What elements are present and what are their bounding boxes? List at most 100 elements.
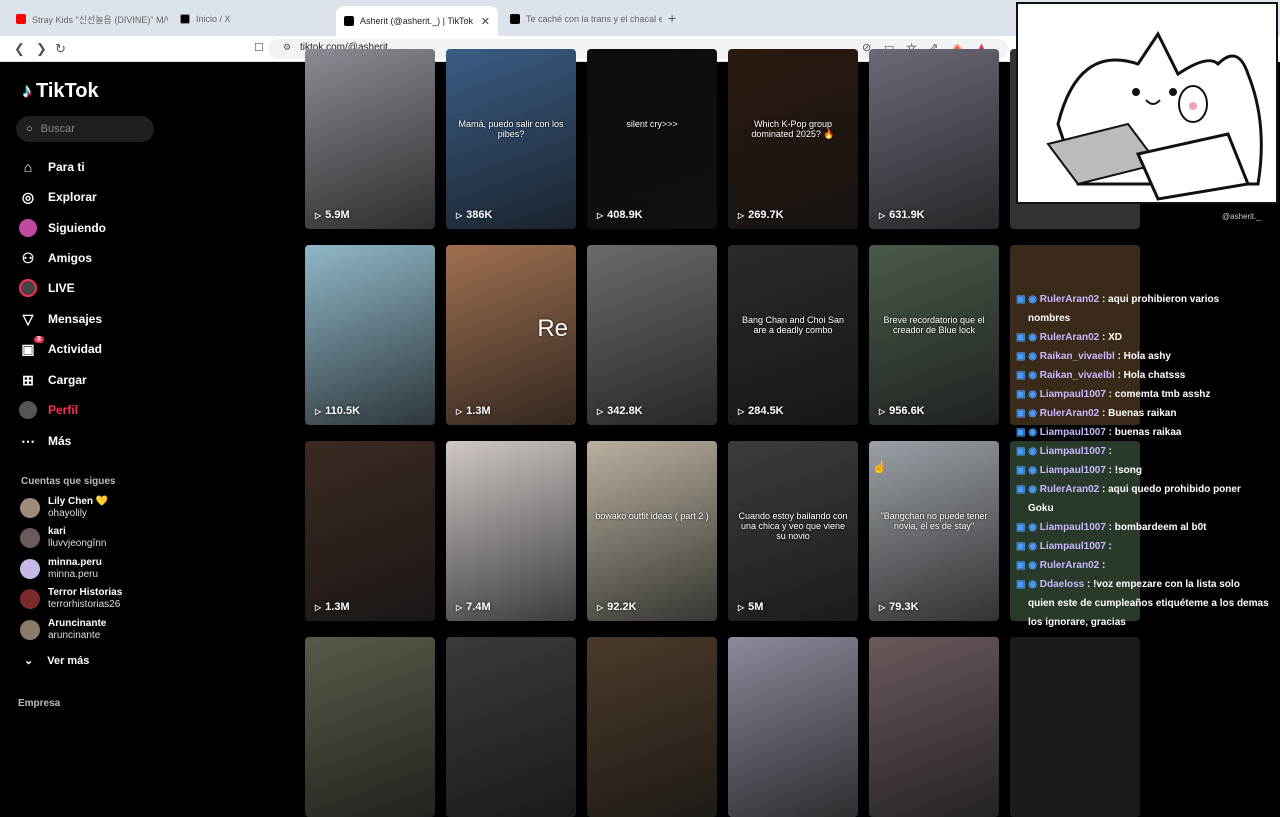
browser-tab[interactable]: Te caché con la trans y el chacal en K bbox=[502, 6, 662, 32]
chat-text: : aqui prohibieron varios bbox=[1101, 294, 1220, 305]
chat-text: : aqui quedo prohibido poner bbox=[1101, 484, 1241, 495]
notification-badge: 8 bbox=[34, 336, 44, 343]
chat-text: : !voz empezare con la lista solo bbox=[1086, 579, 1240, 590]
chat-username: Liampaul1007 bbox=[1039, 541, 1106, 552]
play-icon: ▷ bbox=[597, 602, 604, 612]
tiktok-note-icon: ♪ bbox=[22, 80, 32, 102]
followed-account[interactable]: kari lluvvjeongînn bbox=[20, 526, 106, 550]
avatar bbox=[20, 559, 40, 579]
view-count: ▷ 5M bbox=[738, 601, 764, 613]
chat-message: nombres bbox=[1016, 309, 1278, 328]
avatar bbox=[20, 620, 40, 640]
following-icon bbox=[18, 218, 38, 238]
nav-item-perfil[interactable]: Perfil bbox=[18, 400, 78, 420]
video-thumbnail[interactable] bbox=[728, 637, 858, 817]
followed-account[interactable]: Lily Chen 💛 ohayolily bbox=[20, 496, 108, 520]
browser-tab[interactable]: Inicio / X bbox=[172, 6, 332, 32]
chat-username: Liampaul1007 bbox=[1039, 446, 1106, 457]
search-input[interactable]: ○ Buscar bbox=[16, 116, 154, 142]
video-thumbnail[interactable]: ▷ 110.5K bbox=[305, 245, 435, 425]
chat-text: : Hola ashy bbox=[1117, 351, 1171, 362]
chat-username: Raikan_vivaelbl bbox=[1039, 351, 1115, 362]
chat-message: ▣ ◉ Liampaul1007 : comemta tmb asshz bbox=[1016, 385, 1278, 404]
video-thumbnail[interactable]: Re ▷ 1.3M bbox=[446, 245, 576, 425]
chat-badge-icon: ▣ ◉ bbox=[1016, 332, 1040, 343]
video-thumbnail[interactable] bbox=[869, 637, 999, 817]
followed-account[interactable]: minna.peru minna.peru bbox=[20, 557, 102, 581]
chat-badge-icon: ▣ ◉ bbox=[1016, 541, 1040, 552]
see-more-button[interactable]: ⌄ Ver más bbox=[24, 654, 89, 668]
chat-message: ▣ ◉ RulerAran02 : aqui quedo prohibido p… bbox=[1016, 480, 1278, 499]
chat-text: : comemta tmb asshz bbox=[1108, 389, 1211, 400]
nav-item-actividad[interactable]: ▣ 8 Actividad bbox=[18, 336, 102, 359]
video-thumbnail[interactable] bbox=[587, 637, 717, 817]
chat-message: Goku bbox=[1016, 499, 1278, 518]
browser-tab-active[interactable]: Asherit (@asherit._) | TikTok ✕ bbox=[336, 6, 498, 36]
chat-text: : Buenas raikan bbox=[1101, 408, 1177, 419]
chat-username: RulerAran02 bbox=[1039, 560, 1100, 571]
site-info-icon[interactable]: ⚙ bbox=[283, 42, 291, 53]
video-thumbnail[interactable]: ▷ 5.9M bbox=[305, 49, 435, 229]
video-thumbnail[interactable]: "Bangchan no puede tener novia, él es de… bbox=[869, 441, 999, 621]
footer-link[interactable]: Empresa bbox=[18, 698, 60, 709]
tiktok-logo[interactable]: ♪ TikTok bbox=[22, 80, 99, 103]
chat-message: ▣ ◉ RulerAran02 : bbox=[1016, 556, 1278, 575]
followed-account[interactable]: Aruncinante aruncinante bbox=[20, 618, 106, 642]
video-thumbnail[interactable] bbox=[1010, 637, 1140, 817]
nav-item-amigos[interactable]: ⚇ Amigos bbox=[18, 248, 92, 268]
video-thumbnail[interactable]: Breve recordatorio que el creador de Blu… bbox=[869, 245, 999, 425]
video-thumbnail[interactable]: ▷ 631.9K bbox=[869, 49, 999, 229]
video-caption: "Bangchan no puede tener novia, él es de… bbox=[880, 511, 988, 531]
video-thumbnail[interactable]: ▷ 1.3M bbox=[305, 441, 435, 621]
live-icon bbox=[18, 278, 38, 298]
play-icon: ▷ bbox=[456, 210, 463, 220]
new-tab-button[interactable]: + bbox=[668, 10, 676, 26]
video-thumbnail[interactable]: silent cry>>> ▷ 408.9K bbox=[587, 49, 717, 229]
video-thumbnail[interactable]: bowako outfit ideas ( part 2 ) ▷ 92.2K bbox=[587, 441, 717, 621]
video-thumbnail[interactable]: ▷ 342.8K bbox=[587, 245, 717, 425]
followed-account[interactable]: Terror Historias terrorhistorias26 bbox=[20, 587, 122, 611]
play-icon: ▷ bbox=[738, 406, 745, 416]
bongo-cat-icon bbox=[1046, 31, 1263, 201]
video-thumbnail[interactable]: Mamá, puedo salir con los pibes? ▷ 386K bbox=[446, 49, 576, 229]
back-icon[interactable]: ❮ bbox=[14, 41, 25, 57]
chat-badge-icon: ▣ ◉ bbox=[1016, 427, 1040, 438]
chat-text: : buenas raikaa bbox=[1108, 427, 1182, 438]
video-caption: Breve recordatorio que el creador de Blu… bbox=[883, 315, 985, 335]
view-count: ▷ 284.5K bbox=[738, 405, 784, 417]
view-count: ▷ 1.3M bbox=[456, 405, 491, 417]
nav-item-live[interactable]: LIVE bbox=[18, 278, 75, 298]
reload-icon[interactable]: ↻ bbox=[55, 41, 66, 57]
chat-text: : Hola chatsss bbox=[1117, 370, 1186, 381]
nav-item-siguiendo[interactable]: Siguiendo bbox=[18, 218, 106, 238]
chat-username: Liampaul1007 bbox=[1039, 465, 1106, 476]
chat-badge-icon: ▣ ◉ bbox=[1016, 560, 1040, 571]
play-icon: ▷ bbox=[738, 602, 745, 612]
play-icon: ▷ bbox=[456, 406, 463, 416]
chat-message: ▣ ◉ RulerAran02 : aqui prohibieron vario… bbox=[1016, 290, 1278, 309]
stream-chat: ▣ ◉ RulerAran02 : aqui prohibieron vario… bbox=[1016, 290, 1278, 632]
chat-text: nombres bbox=[1028, 313, 1071, 324]
video-thumbnail[interactable] bbox=[305, 637, 435, 817]
nav-item-mensajes[interactable]: ▽ Mensajes bbox=[18, 309, 102, 329]
video-thumbnail[interactable]: ▷ 7.4M bbox=[446, 441, 576, 621]
video-thumbnail[interactable]: Cuando estoy bailando con una chica y ve… bbox=[728, 441, 858, 621]
video-thumbnail[interactable] bbox=[446, 637, 576, 817]
tiktok-icon bbox=[344, 16, 354, 26]
video-thumbnail[interactable]: Bang Chan and Choi San are a deadly comb… bbox=[728, 245, 858, 425]
nav-item-para-ti[interactable]: ⌂ Para ti bbox=[18, 157, 85, 177]
view-count: ▷ 79.3K bbox=[879, 601, 919, 613]
video-thumbnail[interactable]: Which K-Pop group dominated 2025? 🔥 ▷ 269.… bbox=[728, 49, 858, 229]
play-icon: ▷ bbox=[315, 406, 322, 416]
close-tab-icon[interactable]: ✕ bbox=[475, 15, 490, 28]
forward-icon[interactable]: ❯ bbox=[36, 41, 47, 57]
chat-username: Liampaul1007 bbox=[1039, 522, 1106, 533]
view-count: ▷ 631.9K bbox=[879, 209, 925, 221]
nav-item-cargar[interactable]: ⊞ Cargar bbox=[18, 370, 87, 390]
chat-badge-icon: ▣ ◉ bbox=[1016, 465, 1040, 476]
chat-message: los ignorare, gracias bbox=[1016, 613, 1278, 632]
browser-tab[interactable]: Stray Kids "신선놀음 (DIVINE)" M/V bbox=[8, 6, 168, 32]
bookmark-icon[interactable]: ☐ bbox=[254, 41, 264, 54]
nav-item-mas[interactable]: ⋯ Más bbox=[18, 431, 71, 451]
nav-item-explorar[interactable]: ◎ Explorar bbox=[18, 187, 97, 207]
